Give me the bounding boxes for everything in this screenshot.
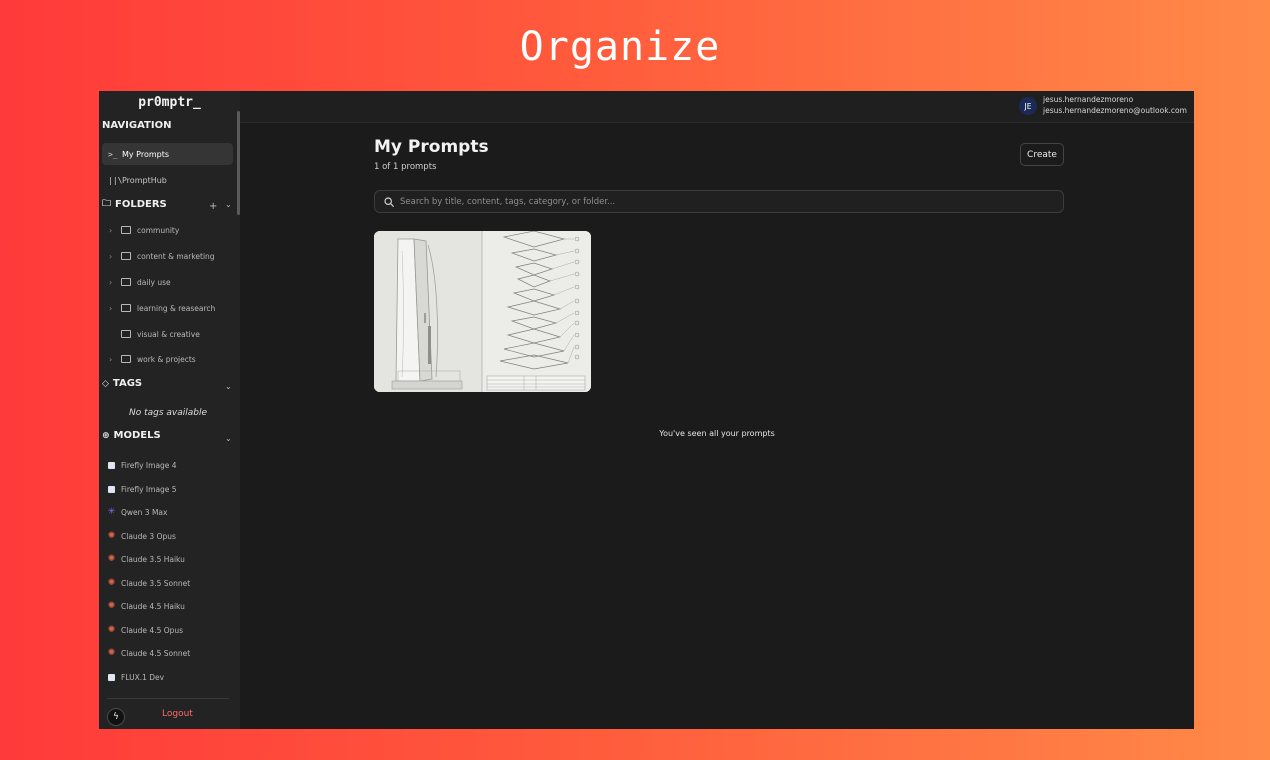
prompt-thumbnail-image [374,231,591,392]
folder-icon [121,355,131,363]
search-bar [374,190,1064,213]
model-item-flux-1-dev[interactable]: FLUX.1 Dev [107,670,164,684]
claude-icon: ✺ [107,531,116,541]
flux-icon [108,673,115,681]
model-item-claude-4-5-haiku[interactable]: ✺ Claude 4.5 Haiku [107,599,185,613]
prompt-card[interactable] [374,231,591,392]
promo-headline: Organize [519,24,721,70]
firefly-icon [108,485,115,493]
model-item-claude-3-5-haiku[interactable]: ✺ Claude 3.5 Haiku [107,552,185,566]
cube-icon: ⊕ [102,430,110,441]
add-folder-icon[interactable]: + [209,201,217,212]
chevron-right-icon[interactable]: › [109,252,121,261]
model-item-firefly-image-4[interactable]: Firefly Image 4 [107,458,177,472]
create-button[interactable]: Create [1020,143,1064,166]
app-window: pr0mptr_ NAVIGATION >_ My Prompts ||\ Pr… [99,91,1194,729]
claude-icon: ✺ [107,601,116,611]
claude-icon: ✺ [107,648,116,658]
search-input[interactable] [400,196,1040,207]
folder-item-community[interactable]: › community [109,222,179,238]
nav-item-prompthub[interactable]: ||\ PromptHub [102,169,233,191]
no-tags-message: No tags available [128,408,208,418]
firefly-icon [108,461,115,469]
folder-icon: 🗀 [102,199,112,209]
chevron-right-icon[interactable]: › [109,304,121,313]
tag-icon: ◇ [102,378,109,389]
chevron-right-icon[interactable]: › [109,226,121,235]
folder-item-daily-use[interactable]: › daily use [109,274,171,290]
avatar[interactable]: JE [1019,97,1037,115]
model-item-qwen-3-max[interactable]: ✳ Qwen 3 Max [107,505,168,519]
model-item-claude-4-5-sonnet[interactable]: ✺ Claude 4.5 Sonnet [107,646,190,660]
folder-item-visual-creative[interactable]: visual & creative [109,326,200,342]
chevron-down-icon[interactable]: ⌄ [225,382,232,391]
qwen-icon: ✳ [107,507,116,517]
model-item-firefly-image-5[interactable]: Firefly Image 5 [107,482,177,496]
search-icon [384,196,394,207]
prompt-count: 1 of 1 prompts [374,162,437,172]
chevron-down-icon[interactable]: ⌄ [225,200,232,209]
terminal-icon: >_ [108,149,118,159]
sidebar-scrollbar[interactable] [237,111,240,215]
sidebar: pr0mptr_ NAVIGATION >_ My Prompts ||\ Pr… [99,91,240,729]
folder-item-content-marketing[interactable]: › content & marketing [109,248,215,264]
user-email: jesus.hernandezmoreno@outlook.com [1043,106,1187,115]
end-of-list-message: You've seen all your prompts [659,429,775,438]
folders-heading[interactable]: 🗀 FOLDERS [102,196,167,212]
chevron-right-icon[interactable]: › [109,278,121,287]
page-title: My Prompts [374,137,489,157]
tags-heading[interactable]: ◇ TAGS [102,378,142,389]
folder-icon [121,226,131,234]
model-item-claude-3-5-sonnet[interactable]: ✺ Claude 3.5 Sonnet [107,576,190,590]
claude-icon: ✺ [107,578,116,588]
sidebar-divider [107,698,229,699]
chevron-right-icon[interactable]: › [109,355,121,364]
folder-item-learning-reasearch[interactable]: › learning & reasearch [109,300,215,316]
folder-item-work-projects[interactable]: › work & projects [109,351,196,367]
folder-icon [121,252,131,260]
library-icon: ||\ [108,175,123,185]
user-name: jesus.hernandezmoreno [1043,95,1134,104]
model-item-claude-4-5-opus[interactable]: ✺ Claude 4.5 Opus [107,623,183,637]
logout-button[interactable]: Logout [162,709,193,719]
models-heading[interactable]: ⊕ MODELS [102,430,161,441]
folder-icon [121,278,131,286]
model-item-claude-3-opus[interactable]: ✺ Claude 3 Opus [107,529,176,543]
claude-icon: ✺ [107,625,116,635]
chevron-down-icon[interactable]: ⌄ [225,434,232,443]
navigation-heading: NAVIGATION [102,120,172,131]
bolt-icon[interactable]: ϟ [107,708,125,726]
app-logo[interactable]: pr0mptr_ [99,95,240,110]
folder-icon [121,330,131,338]
nav-item-my-prompts[interactable]: >_ My Prompts [102,143,233,165]
claude-icon: ✺ [107,554,116,564]
folder-icon [121,304,131,312]
